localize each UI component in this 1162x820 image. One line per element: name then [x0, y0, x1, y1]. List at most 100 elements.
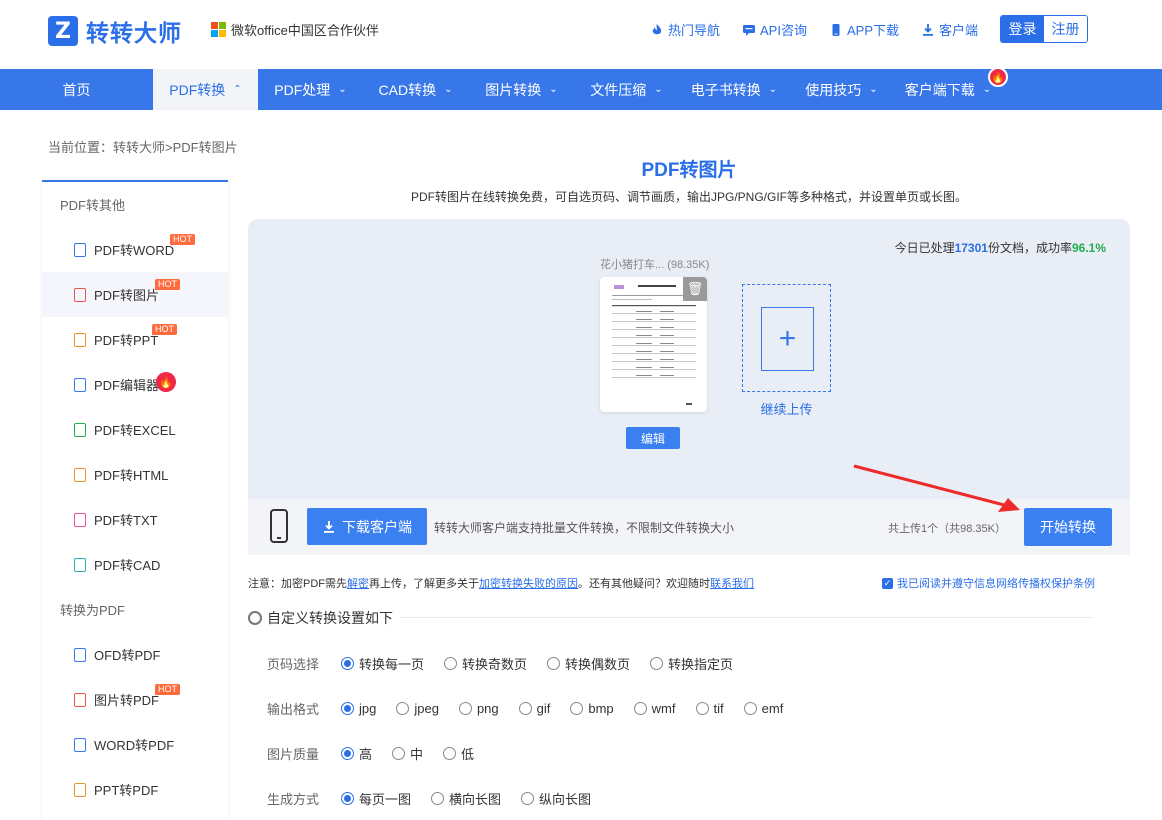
radio-label: 转换指定页 [668, 657, 734, 672]
edit-button[interactable]: 编辑 [626, 427, 680, 449]
nav-label: 文件压缩 [590, 81, 647, 98]
top-link-api[interactable]: API咨询 [742, 20, 807, 39]
radio-option[interactable]: 转换偶数页 [547, 654, 630, 673]
radio-icon [444, 657, 458, 670]
sidebar-item-pdf-to-excel[interactable]: PDF转EXCEL [42, 407, 228, 452]
continue-upload-label[interactable]: 继续上传 [742, 399, 831, 418]
radio-selected-icon [341, 702, 354, 715]
radio-option[interactable]: 转换每一页 [341, 654, 424, 673]
fail-reason-link[interactable]: 加密转换失败的原因 [479, 578, 578, 590]
nav-item-image[interactable]: 图片转换 ⌄ [468, 69, 575, 110]
radio-icon [431, 792, 445, 805]
nav-item-client-download[interactable]: 客户端下载 ⌄ [893, 69, 1003, 110]
nav-label: 首页 [62, 81, 91, 98]
site-logo[interactable]: Z 转转大师 [48, 14, 182, 48]
login-button[interactable]: 登录 [1001, 16, 1044, 42]
upload-area[interactable]: 今日已处理17301份文档，成功率96.1% 花小猪打车... (98.35K) [248, 219, 1130, 499]
divider [400, 617, 1093, 618]
agreement-checkbox[interactable]: ✓ 我已阅读并遵守信息网络传播权保护条例 [882, 575, 1095, 591]
radio-selected-icon [341, 792, 354, 805]
radio-option[interactable]: 中 [392, 744, 423, 763]
option-label: 生成方式 [267, 792, 320, 807]
radio-icon [547, 657, 561, 670]
nav-label: 电子书转换 [690, 81, 761, 98]
top-link-label: API咨询 [760, 23, 807, 38]
hot-badge: HOT [170, 234, 195, 245]
sidebar-item-pdf-editor[interactable]: PDF编辑器 🔥 [42, 362, 228, 407]
radio-label: emf [761, 701, 784, 716]
nav-item-home[interactable]: 首页 [0, 69, 153, 110]
sidebar-item-word-to-pdf[interactable]: WORD转PDF [42, 722, 228, 767]
nav-item-ebook[interactable]: 电子书转换 ⌄ [678, 69, 790, 110]
top-link-client[interactable]: 客户端 [921, 20, 978, 39]
trash-icon[interactable]: 🗑 [683, 277, 707, 301]
sidebar-item-pdf-to-word[interactable]: PDF转WORD HOT [42, 227, 228, 272]
radio-selected-icon [341, 747, 354, 760]
sidebar-item-pdf-to-ppt[interactable]: PDF转PPT HOT [42, 317, 228, 362]
radio-option[interactable]: 纵向长图 [521, 789, 591, 808]
radio-label: jpg [359, 701, 377, 716]
chevron-down-icon: ⌄ [338, 84, 347, 95]
file-icon [74, 242, 86, 257]
nav-item-pdf-convert[interactable]: PDF转换 ⌃ [153, 69, 258, 110]
radio-option[interactable]: 转换指定页 [650, 654, 733, 673]
partner-text: 微软office中国区合作伙伴 [231, 23, 379, 38]
radio-option[interactable]: bmp [570, 701, 614, 716]
sidebar-item-image-to-pdf[interactable]: 图片转PDF HOT [42, 677, 228, 722]
nav-item-compress[interactable]: 文件压缩 ⌄ [575, 69, 678, 110]
stats-text: 今日已处理17301份文档，成功率96.1% [895, 239, 1106, 256]
radio-option[interactable]: 低 [443, 744, 474, 763]
radio-option[interactable]: 横向长图 [431, 789, 501, 808]
top-link-app[interactable]: APP下载 [829, 20, 899, 39]
contact-link[interactable]: 联系我们 [710, 578, 754, 590]
radio-option[interactable]: 每页一图 [341, 789, 411, 808]
sidebar-item-pdf-to-cad[interactable]: PDF转CAD [42, 542, 228, 587]
sidebar-item-ppt-to-pdf[interactable]: PPT转PDF [42, 767, 228, 812]
chat-icon [743, 24, 756, 36]
download-client-label: 下载客户端 [342, 518, 412, 535]
option-label: 图片质量 [267, 747, 320, 762]
chevron-down-icon: ⌄ [982, 84, 992, 95]
radio-option[interactable]: png [458, 701, 499, 716]
sidebar-item-ofd-to-pdf[interactable]: OFD转PDF [42, 632, 228, 677]
radio-label: gif [536, 701, 551, 716]
radio-label: 高 [359, 747, 373, 762]
top-header: Z 转转大师 微软office中国区合作伙伴 热门导航 API咨询 APP下载 … [0, 0, 1162, 69]
radio-option[interactable]: emf [743, 701, 784, 716]
sidebar-item-pdf-to-html[interactable]: PDF转HTML [42, 452, 228, 497]
radio-option[interactable]: 转换奇数页 [444, 654, 527, 673]
page-title: PDF转图片 [641, 160, 737, 181]
sidebar-item-pdf-to-image[interactable]: PDF转图片 HOT [42, 272, 228, 317]
red-arrow-annotation [853, 464, 1020, 512]
nav-label: 客户端下载 [904, 81, 975, 98]
continue-upload-box[interactable]: + [742, 284, 831, 392]
radio-option[interactable]: tif [695, 701, 724, 716]
download-client-button[interactable]: 下载客户端 [307, 508, 427, 545]
stats-prefix: 今日已处理 [894, 241, 955, 255]
radio-option[interactable]: jpeg [396, 701, 439, 716]
nav-item-pdf-process[interactable]: PDF处理 ⌄ [258, 69, 363, 110]
hot-badge: HOT [152, 324, 177, 335]
nav-item-tips[interactable]: 使用技巧 ⌄ [790, 69, 893, 110]
checkbox-checked-icon[interactable]: ✓ [882, 577, 893, 589]
download-icon [923, 23, 933, 36]
top-link-hot-nav[interactable]: 热门导航 [650, 20, 720, 39]
radio-label: 中 [410, 747, 424, 762]
sidebar-item-pdf-to-txt[interactable]: PDF转TXT [42, 497, 228, 542]
register-button[interactable]: 注册 [1044, 16, 1087, 42]
radio-option[interactable]: gif [518, 701, 551, 716]
file-icon [74, 287, 86, 302]
radio-label: wmf [651, 701, 676, 716]
start-convert-button[interactable]: 开始转换 [1024, 508, 1112, 546]
sidebar-item-label: WORD转PDF [94, 738, 175, 753]
radio-option[interactable]: 高 [341, 744, 372, 763]
radio-option[interactable]: jpg [341, 701, 376, 716]
radio-label: bmp [588, 701, 614, 716]
file-thumbnail[interactable]: 🗑 [600, 277, 707, 412]
nav-item-cad[interactable]: CAD转换 ⌄ [363, 69, 468, 110]
notice-part: 。还有其他疑问？欢迎随时 [578, 578, 710, 590]
file-icon [74, 512, 86, 527]
radio-option[interactable]: wmf [633, 701, 676, 716]
radio-label: 横向长图 [449, 792, 502, 807]
decrypt-link[interactable]: 解密 [347, 578, 369, 590]
